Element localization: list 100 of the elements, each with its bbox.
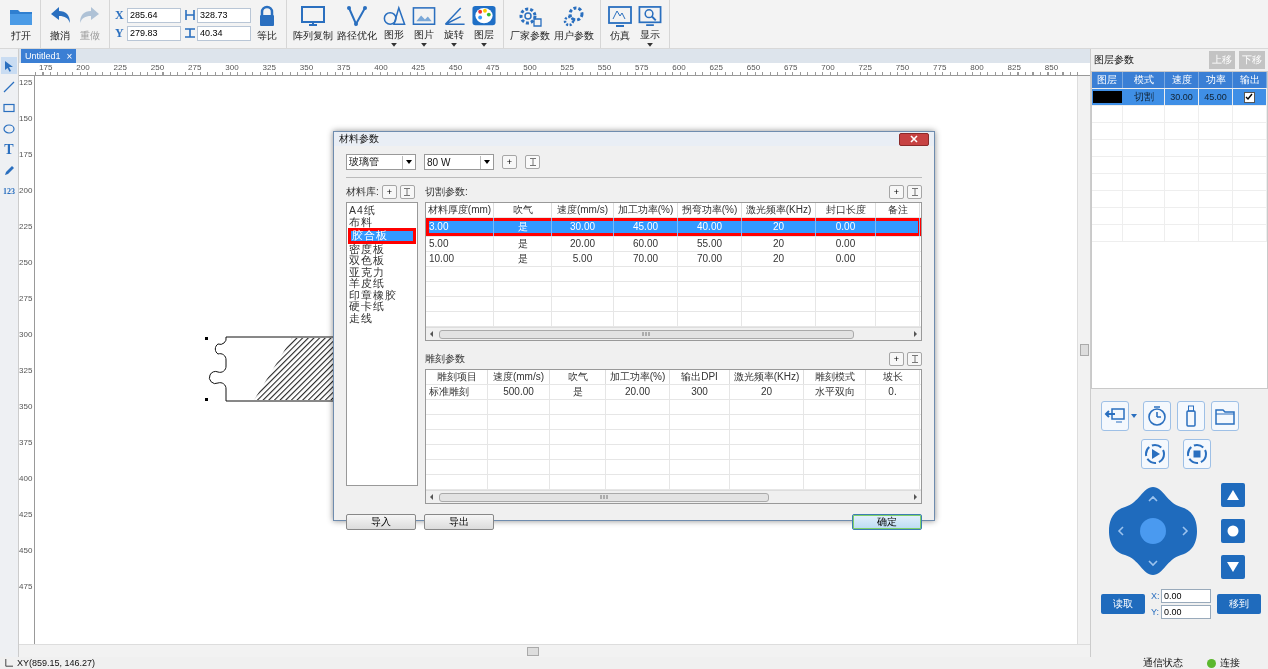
caret-icon[interactable] xyxy=(1131,414,1137,418)
x-position-field[interactable]: 0.00 xyxy=(1161,589,1211,603)
toolbar-button[interactable]: 显示 xyxy=(636,1,664,47)
axis-label: X xyxy=(115,7,125,23)
material-item[interactable]: 亚克力 xyxy=(347,266,417,278)
material-item[interactable]: A4纸 xyxy=(347,205,417,217)
add-button[interactable]: + xyxy=(502,155,517,169)
tool-button[interactable]: 123 xyxy=(1,183,17,200)
column-header: 速度(mm/s) xyxy=(552,203,614,217)
table-row[interactable]: 10.00 是 5.00 70.00 70.00 20 0.00 xyxy=(426,252,921,267)
start-button[interactable] xyxy=(1141,439,1169,469)
document-tab[interactable]: Untitled1 × xyxy=(21,49,77,63)
dialog-button[interactable]: 导出 xyxy=(424,514,494,530)
add-button[interactable]: + xyxy=(889,185,904,199)
z-down-button[interactable] xyxy=(1221,555,1245,579)
direction-pad[interactable] xyxy=(1107,485,1199,577)
table-cell: 500.00 xyxy=(488,385,550,399)
timer-button[interactable] xyxy=(1143,401,1171,431)
toolbar-button[interactable]: 路径优化 xyxy=(336,1,378,47)
stop-button[interactable] xyxy=(1183,439,1211,469)
toolbar-button[interactable]: 阵列复制 xyxy=(292,1,334,47)
left-arrow-icon[interactable] xyxy=(428,330,436,338)
delete-button[interactable] xyxy=(907,352,922,366)
horizontal-scrollbar[interactable] xyxy=(426,490,921,503)
tab-title: Untitled1 xyxy=(25,51,61,61)
toolbar-button[interactable]: 仿真 xyxy=(606,1,634,47)
material-item[interactable]: 密度板 xyxy=(347,243,417,255)
toolbar-button[interactable]: 图层 xyxy=(470,1,498,47)
material-item[interactable]: 羊皮纸 xyxy=(347,278,417,290)
table-cell: 20 xyxy=(742,237,816,251)
layer-row[interactable]: 切割 30.00 45.00 xyxy=(1092,89,1267,106)
material-item[interactable]: 布料 xyxy=(347,216,417,228)
delete-button[interactable] xyxy=(525,155,540,169)
toolbar-button[interactable]: 图片 xyxy=(410,1,438,47)
table-cell: 70.00 xyxy=(614,252,678,266)
tool-button[interactable]: T xyxy=(1,141,17,158)
folder-button[interactable] xyxy=(1211,401,1239,431)
toolbar-button[interactable]: 撤消 xyxy=(46,1,74,47)
vertical-scrollbar[interactable] xyxy=(1077,76,1090,644)
column-header: 雕刻模式 xyxy=(804,370,866,384)
table-cell: 60.00 xyxy=(614,237,678,251)
dialog-button[interactable]: 确定 xyxy=(852,514,922,530)
coordinate-field[interactable]: 279.83 xyxy=(127,25,181,41)
power-dropdown[interactable]: 80 W xyxy=(424,154,494,170)
usb-button[interactable] xyxy=(1177,401,1205,431)
caret-icon xyxy=(451,43,457,47)
tab-close[interactable]: × xyxy=(66,50,73,62)
section-label: 雕刻参数 xyxy=(425,352,465,366)
ellipse-icon xyxy=(3,122,15,135)
monitor-icon xyxy=(300,5,326,27)
z-home-button[interactable] xyxy=(1221,519,1245,543)
caret-icon xyxy=(391,43,397,47)
left-arrow-icon[interactable] xyxy=(428,493,436,501)
tube-dropdown[interactable]: 玻璃管 xyxy=(346,154,416,170)
y-position-field[interactable]: 0.00 xyxy=(1161,605,1211,619)
table-row[interactable]: 标准雕刻 500.00 是 20.00 300 20 水平双向 0. xyxy=(426,385,921,400)
send-to-device-button[interactable] xyxy=(1101,401,1129,431)
table-cell: 是 xyxy=(494,237,552,251)
panel-title: 图层参数 xyxy=(1094,53,1135,67)
right-arrow-icon[interactable] xyxy=(911,330,919,338)
toolbar-button[interactable]: 等比 xyxy=(253,1,281,47)
table-cell: 30.00 xyxy=(552,218,614,236)
horizontal-scrollbar[interactable] xyxy=(426,327,921,340)
coordinate-field[interactable]: 328.73 xyxy=(197,7,251,23)
material-item[interactable]: 硬卡纸 xyxy=(347,301,417,313)
toolbar-button[interactable]: 打开 xyxy=(7,1,35,47)
table-cell: 0.00 xyxy=(816,252,876,266)
table-cell: 300 xyxy=(670,385,730,399)
toolbar-button[interactable]: 旋转 xyxy=(440,1,468,47)
toolbar-button[interactable]: 用户参数 xyxy=(553,1,595,47)
add-button[interactable]: + xyxy=(381,185,397,199)
output-checkbox[interactable] xyxy=(1244,91,1255,103)
close-button[interactable] xyxy=(899,132,929,146)
column-header: 加工功率(%) xyxy=(606,370,670,384)
coordinate-field[interactable]: 285.64 xyxy=(127,7,181,23)
read-button[interactable]: 读取 xyxy=(1101,594,1145,614)
dialog-button[interactable]: 导入 xyxy=(346,514,416,530)
z-up-button[interactable] xyxy=(1221,483,1245,507)
table-cell: 20 xyxy=(742,252,816,266)
tool-button[interactable] xyxy=(1,57,17,74)
material-item[interactable]: 印章橡胶 xyxy=(347,289,417,301)
table-cell: 5.00 xyxy=(426,237,494,251)
toolbar-button[interactable]: 图形 xyxy=(380,1,408,47)
material-item[interactable]: 走线 xyxy=(347,312,417,324)
column-header: 模式 xyxy=(1123,72,1165,88)
coordinate-field[interactable]: 40.34 xyxy=(197,25,251,41)
right-arrow-icon[interactable] xyxy=(911,493,919,501)
caret-icon xyxy=(421,43,427,47)
table-cell: 是 xyxy=(550,385,606,399)
simulation-screen-icon xyxy=(607,5,633,27)
table-row[interactable]: 5.00 是 20.00 60.00 55.00 20 0.00 xyxy=(426,237,921,252)
connection-status: 连接 xyxy=(1220,656,1240,669)
delete-button[interactable] xyxy=(907,185,922,199)
material-item[interactable]: 双色板 xyxy=(347,255,417,267)
toolbar-button[interactable]: 厂家参数 xyxy=(509,1,551,47)
table-cell: 45.00 xyxy=(614,218,678,236)
library-label: 材料库: xyxy=(346,185,379,199)
delete-button[interactable] xyxy=(399,185,415,199)
add-button[interactable]: + xyxy=(889,352,904,366)
move-to-button[interactable]: 移到 xyxy=(1217,594,1261,614)
